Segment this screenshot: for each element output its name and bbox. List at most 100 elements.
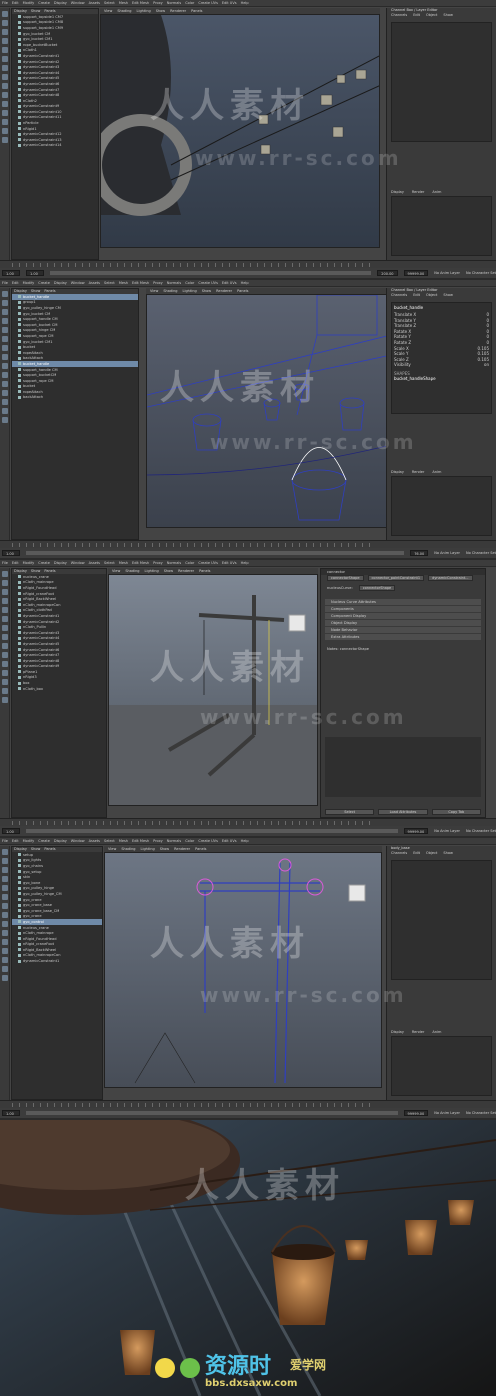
channel-value[interactable]: on (484, 362, 489, 368)
channel-menu-item[interactable]: Channels (391, 851, 407, 857)
attr-section[interactable]: Object Display (325, 620, 481, 626)
viewport-menu-item[interactable]: View (104, 9, 112, 13)
attr-tab[interactable]: connectorShape (327, 575, 364, 581)
channel-menu-item[interactable]: Object (426, 293, 437, 299)
time-slider[interactable] (0, 1100, 496, 1108)
menu-item[interactable]: Edit UVs (222, 281, 237, 285)
menu-item[interactable]: Assets (89, 1, 100, 5)
menu-item[interactable]: Create UVs (198, 1, 218, 5)
outliner-menu-item[interactable]: Panels (44, 9, 55, 14)
viewport-menu-item[interactable]: Lighting (141, 847, 155, 851)
attr-button[interactable]: Select (325, 809, 375, 815)
layer-tab[interactable]: Anim (432, 1030, 441, 1034)
viewport-menu-item[interactable]: Show (202, 289, 211, 293)
menu-item[interactable]: Edit UVs (222, 1, 237, 5)
menu-item[interactable]: Assets (89, 561, 100, 565)
range-bar[interactable] (26, 551, 405, 555)
layer-tab[interactable]: Display (391, 190, 404, 194)
anim-layer-select[interactable]: No Anim Layer (434, 1111, 460, 1115)
outliner-menu-item[interactable]: Show (31, 569, 40, 574)
viewport-menu-item[interactable]: Shading (125, 569, 139, 573)
outliner-item[interactable]: dynamicConstraint14 (12, 143, 98, 149)
channel-menu-item[interactable]: Edit (413, 13, 420, 19)
menu-item[interactable]: File (2, 1, 8, 5)
menu-item[interactable]: Create (38, 839, 50, 843)
viewport-menu-item[interactable]: Show (164, 569, 173, 573)
menu-item[interactable]: Window (71, 281, 85, 285)
viewport-menu-item[interactable]: Renderer (170, 9, 186, 13)
outliner-menu-item[interactable]: Show (31, 847, 40, 852)
menu-item[interactable]: Select (104, 561, 115, 565)
layer-tab[interactable]: Render (412, 190, 424, 194)
character-set-select[interactable]: No Character Set (466, 551, 496, 555)
channel-menu-item[interactable]: Edit (413, 851, 420, 857)
range-bar[interactable] (26, 1111, 398, 1115)
menu-item[interactable]: Modify (23, 561, 35, 565)
current-frame-field[interactable]: 1.00 (26, 270, 44, 276)
menu-item[interactable]: Edit Mesh (132, 561, 149, 565)
menu-item[interactable]: Proxy (153, 1, 163, 5)
outliner-menu-item[interactable]: Panels (44, 289, 55, 294)
viewport-menu-item[interactable]: Renderer (216, 289, 232, 293)
viewport-menu-item[interactable]: Lighting (145, 569, 159, 573)
channel-menu-item[interactable]: Edit (413, 293, 420, 299)
menu-item[interactable]: Edit UVs (222, 561, 237, 565)
menu-item[interactable]: Display (54, 561, 67, 565)
viewport-menu-item[interactable]: Panels (195, 847, 206, 851)
menu-item[interactable]: Color (185, 561, 194, 565)
range-bar[interactable] (50, 271, 372, 275)
menu-item[interactable]: Window (71, 561, 85, 565)
attr-tab[interactable]: connector_pointConstraint1 (367, 575, 425, 581)
menu-item[interactable]: Edit Mesh (132, 281, 149, 285)
viewport-menu-item[interactable]: Lighting (137, 9, 151, 13)
viewport-menu-item[interactable]: View (150, 289, 158, 293)
menu-item[interactable]: Modify (23, 1, 35, 5)
outliner-item[interactable]: nCloth_box (12, 686, 106, 692)
menu-item[interactable]: Edit (12, 1, 19, 5)
menu-item[interactable]: Select (104, 281, 115, 285)
outliner-menu-item[interactable]: Display (14, 9, 27, 14)
menu-item[interactable]: Help (241, 561, 249, 565)
viewport-menu-item[interactable]: Renderer (178, 569, 194, 573)
viewport-menu-item[interactable]: Panels (191, 9, 202, 13)
channel-menu-item[interactable]: Object (426, 13, 437, 19)
menu-item[interactable]: Normals (167, 281, 182, 285)
time-slider[interactable] (0, 260, 496, 268)
viewport[interactable] (108, 574, 318, 806)
layer-tab[interactable]: Anim (432, 470, 441, 474)
end-frame-field[interactable]: 76.00 (410, 550, 429, 556)
menu-item[interactable]: Edit UVs (222, 839, 237, 843)
attr-tab[interactable]: dynamicConstraint... (428, 575, 473, 581)
attr-section[interactable]: Node Behavior (325, 627, 481, 633)
viewport-menu-item[interactable]: Panels (199, 569, 210, 573)
channel-menu-item[interactable]: Object (426, 851, 437, 857)
menu-item[interactable]: Mesh (119, 561, 128, 565)
attr-node-field[interactable]: connectorShape (358, 585, 396, 591)
channel-row[interactable]: Visibility on (394, 362, 489, 368)
channel-menu-item[interactable]: Channels (391, 13, 407, 19)
layer-tab[interactable]: Render (412, 470, 424, 474)
time-slider[interactable] (0, 818, 496, 826)
menu-item[interactable]: Create UVs (198, 561, 218, 565)
channel-menu-item[interactable]: Show (443, 851, 452, 857)
end-frame-field[interactable]: 99999.00 (403, 828, 429, 834)
viewport-menu-item[interactable]: Shading (117, 9, 131, 13)
viewport[interactable] (146, 294, 390, 528)
channel-menu-item[interactable]: Show (443, 13, 452, 19)
menu-item[interactable]: Normals (167, 561, 182, 565)
outliner-menu-item[interactable]: Display (14, 289, 27, 294)
menu-item[interactable]: Help (241, 1, 249, 5)
anim-layer-select[interactable]: No Anim Layer (434, 551, 460, 555)
menu-item[interactable]: Window (71, 839, 85, 843)
viewport[interactable] (100, 14, 380, 248)
anim-layer-select[interactable]: No Anim Layer (434, 271, 460, 275)
notes-box[interactable] (325, 737, 481, 797)
menu-item[interactable]: Edit Mesh (132, 839, 149, 843)
menu-item[interactable]: File (2, 281, 8, 285)
viewport-menu-item[interactable]: View (108, 847, 116, 851)
menu-item[interactable]: File (2, 839, 8, 843)
menu-item[interactable]: Create (38, 1, 50, 5)
menu-item[interactable]: Edit Mesh (132, 1, 149, 5)
viewport-menu-item[interactable]: Lighting (183, 289, 197, 293)
menu-item[interactable]: Proxy (153, 839, 163, 843)
